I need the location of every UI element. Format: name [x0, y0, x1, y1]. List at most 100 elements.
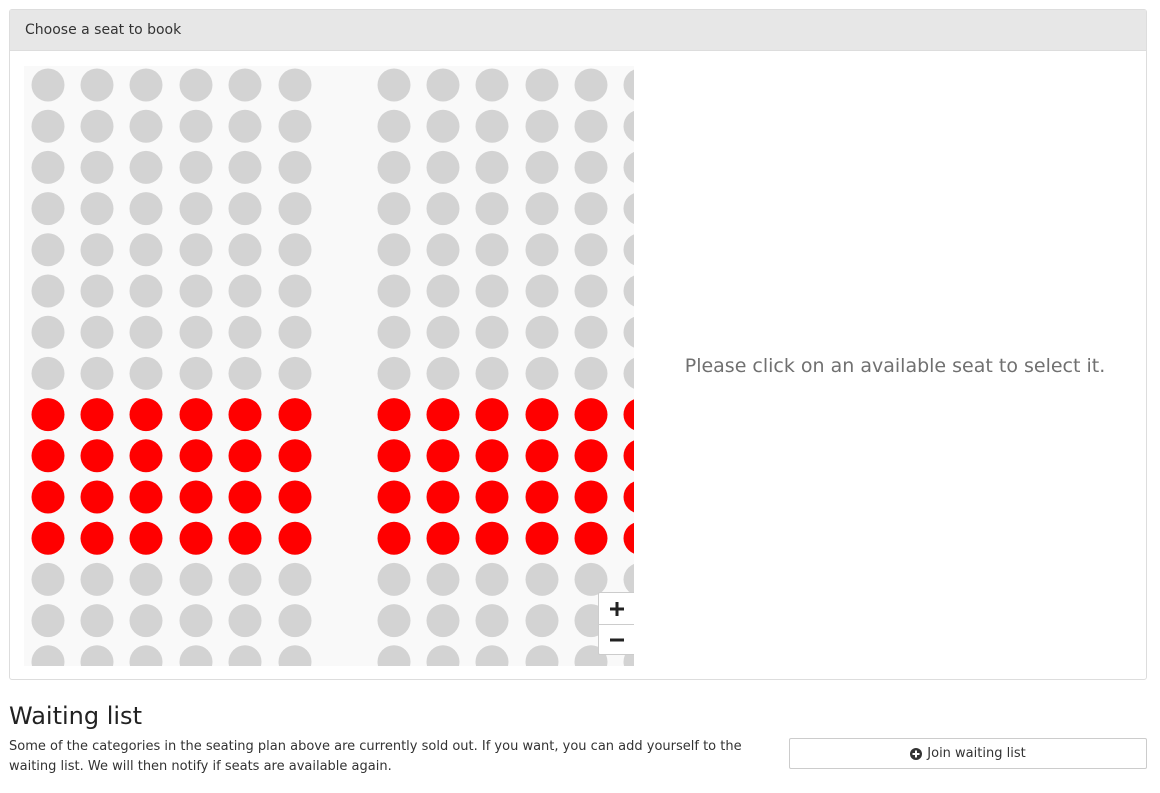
join-waiting-list-button[interactable]: Join waiting list: [789, 738, 1147, 769]
seat-highlighted[interactable]: [129, 521, 163, 555]
seat-unavailable[interactable]: [129, 192, 163, 226]
seat-unavailable[interactable]: [179, 109, 213, 143]
seat-unavailable[interactable]: [179, 192, 213, 226]
seat-unavailable[interactable]: [80, 645, 114, 666]
seat-highlighted[interactable]: [179, 521, 213, 555]
seat-unavailable[interactable]: [475, 233, 509, 267]
seat-unavailable[interactable]: [31, 192, 65, 226]
seat-unavailable[interactable]: [623, 357, 635, 390]
seat-unavailable[interactable]: [525, 356, 559, 390]
seat-highlighted[interactable]: [129, 439, 163, 473]
seat-unavailable[interactable]: [377, 150, 411, 184]
seat-unavailable[interactable]: [426, 109, 460, 143]
seat-unavailable[interactable]: [377, 562, 411, 596]
seat-highlighted[interactable]: [80, 480, 114, 514]
seat-highlighted[interactable]: [278, 480, 312, 514]
seat-unavailable[interactable]: [426, 192, 460, 226]
seat-highlighted[interactable]: [475, 439, 509, 473]
zoom-out-button[interactable]: [599, 624, 634, 655]
seat-unavailable[interactable]: [426, 645, 460, 666]
seat-unavailable[interactable]: [278, 233, 312, 267]
seat-unavailable[interactable]: [80, 356, 114, 390]
seat-highlighted[interactable]: [426, 480, 460, 514]
seat-highlighted[interactable]: [228, 521, 262, 555]
seat-highlighted[interactable]: [179, 398, 213, 432]
seat-highlighted[interactable]: [525, 480, 559, 514]
seat-unavailable[interactable]: [525, 233, 559, 267]
seat-unavailable[interactable]: [525, 192, 559, 226]
seat-unavailable[interactable]: [278, 109, 312, 143]
seat-highlighted[interactable]: [80, 398, 114, 432]
seat-unavailable[interactable]: [129, 274, 163, 308]
seat-unavailable[interactable]: [278, 150, 312, 184]
seat-highlighted[interactable]: [574, 521, 608, 555]
seat-unavailable[interactable]: [623, 69, 635, 102]
seat-unavailable[interactable]: [129, 68, 163, 102]
seat-unavailable[interactable]: [129, 315, 163, 349]
seat-highlighted[interactable]: [31, 521, 65, 555]
seat-unavailable[interactable]: [31, 315, 65, 349]
seat-unavailable[interactable]: [129, 233, 163, 267]
seat-unavailable[interactable]: [179, 274, 213, 308]
seat-unavailable[interactable]: [31, 562, 65, 596]
seat-highlighted[interactable]: [623, 398, 635, 431]
seat-highlighted[interactable]: [377, 398, 411, 432]
seat-highlighted[interactable]: [377, 439, 411, 473]
seat-unavailable[interactable]: [525, 645, 559, 666]
seat-unavailable[interactable]: [179, 645, 213, 666]
seat-highlighted[interactable]: [426, 398, 460, 432]
seat-unavailable[interactable]: [31, 233, 65, 267]
seat-unavailable[interactable]: [179, 356, 213, 390]
seat-unavailable[interactable]: [525, 562, 559, 596]
seat-unavailable[interactable]: [31, 68, 65, 102]
seat-unavailable[interactable]: [228, 315, 262, 349]
seat-unavailable[interactable]: [377, 68, 411, 102]
seat-unavailable[interactable]: [426, 233, 460, 267]
seat-unavailable[interactable]: [475, 315, 509, 349]
seat-unavailable[interactable]: [475, 356, 509, 390]
seat-unavailable[interactable]: [475, 192, 509, 226]
seat-unavailable[interactable]: [278, 645, 312, 666]
seat-unavailable[interactable]: [80, 233, 114, 267]
seat-unavailable[interactable]: [228, 109, 262, 143]
seat-highlighted[interactable]: [228, 398, 262, 432]
seat-highlighted[interactable]: [475, 480, 509, 514]
seat-unavailable[interactable]: [426, 562, 460, 596]
seat-unavailable[interactable]: [278, 356, 312, 390]
seat-highlighted[interactable]: [574, 398, 608, 432]
seat-highlighted[interactable]: [623, 439, 635, 472]
seat-unavailable[interactable]: [129, 109, 163, 143]
seat-unavailable[interactable]: [525, 150, 559, 184]
seat-unavailable[interactable]: [80, 604, 114, 638]
seat-unavailable[interactable]: [129, 356, 163, 390]
seat-unavailable[interactable]: [475, 150, 509, 184]
seat-highlighted[interactable]: [623, 522, 635, 555]
seat-unavailable[interactable]: [228, 604, 262, 638]
seat-unavailable[interactable]: [80, 68, 114, 102]
seat-unavailable[interactable]: [377, 274, 411, 308]
seat-unavailable[interactable]: [574, 562, 608, 596]
seat-unavailable[interactable]: [278, 192, 312, 226]
seat-unavailable[interactable]: [278, 604, 312, 638]
seat-unavailable[interactable]: [228, 150, 262, 184]
seat-unavailable[interactable]: [623, 192, 635, 225]
seat-unavailable[interactable]: [475, 562, 509, 596]
seat-highlighted[interactable]: [31, 439, 65, 473]
zoom-in-button[interactable]: [599, 593, 634, 624]
seat-unavailable[interactable]: [129, 645, 163, 666]
seat-unavailable[interactable]: [31, 645, 65, 666]
seat-unavailable[interactable]: [426, 356, 460, 390]
seat-unavailable[interactable]: [623, 233, 635, 266]
seat-highlighted[interactable]: [475, 398, 509, 432]
seat-unavailable[interactable]: [475, 109, 509, 143]
seat-highlighted[interactable]: [278, 398, 312, 432]
seat-unavailable[interactable]: [574, 233, 608, 267]
seat-unavailable[interactable]: [525, 315, 559, 349]
seat-unavailable[interactable]: [129, 604, 163, 638]
seat-highlighted[interactable]: [377, 521, 411, 555]
seat-unavailable[interactable]: [623, 275, 635, 308]
seat-unavailable[interactable]: [475, 274, 509, 308]
seat-unavailable[interactable]: [377, 109, 411, 143]
seat-map[interactable]: [24, 66, 634, 666]
seat-highlighted[interactable]: [179, 439, 213, 473]
